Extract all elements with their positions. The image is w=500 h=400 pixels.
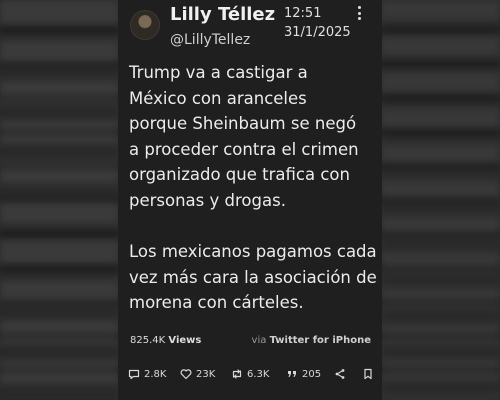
via-source[interactable]: Twitter for iPhone xyxy=(270,335,371,346)
quote-count: 205 xyxy=(302,368,322,380)
retweet-icon xyxy=(232,369,242,379)
like-button[interactable]: 23K xyxy=(180,366,215,382)
action-bar: 2.8K 23K 6.3K 205 xyxy=(128,366,374,382)
author-handle[interactable]: @LillyTellez xyxy=(170,32,250,48)
blurred-background-right xyxy=(382,0,500,400)
view-count: 825.4K Views xyxy=(130,335,201,346)
like-count: 23K xyxy=(196,368,216,380)
tweet-card: Lilly Téllez @LillyTellez 12:51 31/1/202… xyxy=(118,0,382,400)
reply-count: 2.8K xyxy=(144,368,167,380)
tweet-time: 12:51 xyxy=(284,6,322,21)
retweet-button[interactable]: 6.3K xyxy=(231,366,269,382)
timestamp: 12:51 31/1/2025 xyxy=(284,4,351,42)
author-name[interactable]: Lilly Téllez xyxy=(170,4,275,25)
share-button[interactable] xyxy=(334,366,346,382)
reply-button[interactable]: 2.8K xyxy=(128,366,166,382)
avatar[interactable] xyxy=(130,10,160,40)
more-vertical-icon[interactable] xyxy=(354,6,364,20)
bookmark-icon xyxy=(364,368,372,380)
reply-icon xyxy=(128,369,140,380)
bookmark-button[interactable] xyxy=(362,366,374,382)
heart-icon xyxy=(180,369,192,380)
share-icon xyxy=(335,369,345,379)
retweet-count: 6.3K xyxy=(247,368,270,380)
quote-icon xyxy=(288,371,296,377)
tweet-text: Trump va a castigar a México con arancel… xyxy=(129,63,377,313)
blurred-background-left xyxy=(0,0,118,400)
tweet-date: 31/1/2025 xyxy=(284,25,351,40)
quote-button[interactable]: 205 xyxy=(286,366,321,382)
views-number: 825.4K xyxy=(130,335,166,346)
views-label: Views xyxy=(168,335,202,346)
via-prefix: via xyxy=(251,335,267,346)
tweet-source: via Twitter for iPhone xyxy=(252,335,371,346)
